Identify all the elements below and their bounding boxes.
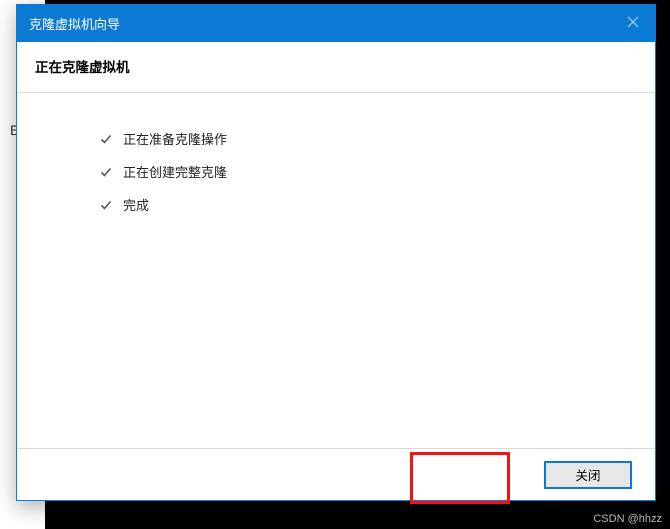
checkmark-icon — [99, 165, 113, 179]
dialog-header: 正在克隆虚拟机 — [17, 42, 655, 93]
dialog-footer: 关闭 — [17, 448, 655, 500]
checkmark-icon — [99, 198, 113, 212]
close-icon — [627, 16, 639, 31]
progress-step: 完成 — [99, 195, 635, 214]
dialog-title: 克隆虚拟机向导 — [29, 14, 120, 33]
titlebar-close-button[interactable] — [611, 5, 655, 42]
checkmark-icon — [99, 132, 113, 146]
close-button[interactable]: 关闭 — [545, 462, 631, 488]
step-label: 完成 — [123, 195, 149, 214]
watermark-text: CSDN @hhzz — [593, 513, 662, 525]
step-label: 正在准备克隆操作 — [123, 129, 227, 148]
page-title: 正在克隆虚拟机 — [35, 56, 637, 76]
step-label: 正在创建完整克隆 — [123, 162, 227, 181]
dialog-titlebar[interactable]: 克隆虚拟机向导 — [17, 5, 655, 42]
progress-steps-area: 正在准备克隆操作 正在创建完整克隆 完成 — [17, 93, 655, 448]
progress-step: 正在准备克隆操作 — [99, 129, 635, 148]
clone-vm-wizard-dialog: 克隆虚拟机向导 正在克隆虚拟机 正在准备克隆操作 正在创建完整克隆 完成 — [16, 4, 656, 501]
progress-step: 正在创建完整克隆 — [99, 162, 635, 181]
